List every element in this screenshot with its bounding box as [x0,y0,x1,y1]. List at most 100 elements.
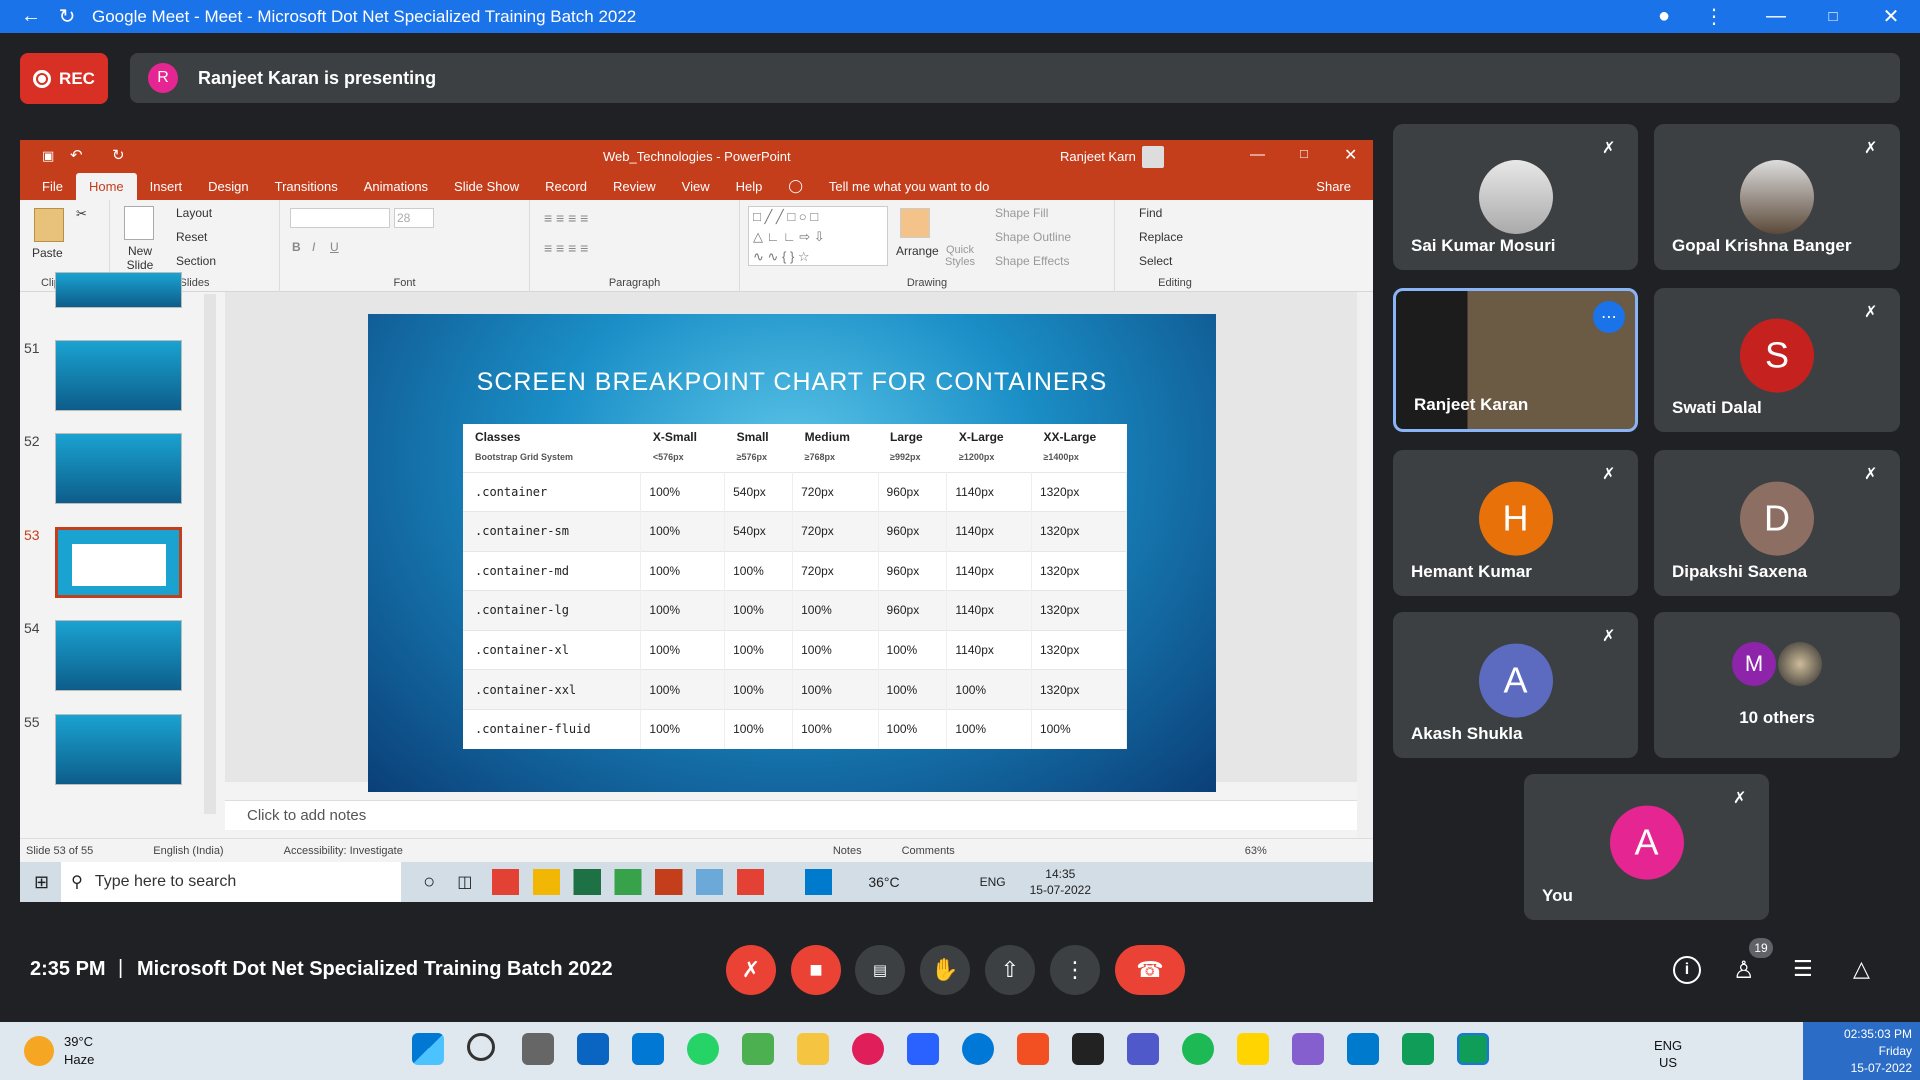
captions-button[interactable]: ▤ [855,945,905,995]
activities-icon[interactable]: △ [1853,956,1870,982]
search-icon[interactable] [467,1033,495,1061]
slide-thumb-53[interactable] [55,527,182,598]
tab-slide-show[interactable]: Slide Show [441,179,532,200]
raise-hand-button[interactable]: ✋ [920,945,970,995]
underline-icon[interactable]: U [330,240,339,254]
info-icon[interactable]: i [1673,956,1701,984]
paste-button[interactable]: Paste [32,246,63,260]
tab-transitions[interactable]: Transitions [262,179,351,200]
app-icon[interactable] [1072,1033,1104,1065]
tab-home[interactable]: Home [75,173,137,200]
italic-icon[interactable]: I [312,240,315,254]
notes-toggle[interactable]: Notes [833,845,862,857]
mail-icon[interactable] [577,1033,609,1065]
shape-effects-button[interactable]: Shape Effects [995,254,1070,268]
save-icon[interactable]: ▣ [42,148,54,164]
participant-tile[interactable]: A ✗ Akash Shukla [1393,612,1638,758]
others-tile[interactable]: M 10 others [1654,612,1900,758]
edge-icon[interactable] [962,1033,994,1065]
camera-icon[interactable]: ● [1653,5,1675,28]
redo-icon[interactable]: ↻ [112,146,125,164]
share-button[interactable]: Share [1303,179,1373,200]
back-arrow-icon[interactable]: ← [20,5,42,28]
replace-button[interactable]: Replace [1139,230,1183,244]
weather-widget[interactable]: 39°C Haze [64,1033,94,1069]
bullets-icon[interactable]: ≡ ≡ ≡ ≡ [544,210,588,226]
paste-icon[interactable] [34,208,64,242]
slide-thumb-55[interactable] [55,714,182,785]
participant-tile[interactable]: D ✗ Dipakshi Saxena [1654,450,1900,596]
more-vertical-icon[interactable]: ⋮ [1703,6,1725,28]
participant-tile[interactable]: S ✗ Swati Dalal [1654,288,1900,432]
find-button[interactable]: Find [1139,206,1162,220]
select-button[interactable]: Select [1139,254,1172,268]
tab-insert[interactable]: Insert [137,179,196,200]
participant-tile-active[interactable]: ⋯ Ranjeet Karan [1393,288,1638,432]
undo-icon[interactable]: ↶ [70,146,83,164]
align-icon[interactable]: ≡ ≡ ≡ ≡ [544,240,588,256]
tab-record[interactable]: Record [532,179,600,200]
slide-scrollbar[interactable] [1357,292,1373,838]
self-tile[interactable]: A ✗ You [1524,774,1769,920]
language-indicator[interactable]: ENG US [1654,1037,1682,1071]
comments-toggle[interactable]: Comments [902,845,955,857]
layout-button[interactable]: Layout [176,206,212,220]
accessibility[interactable]: Accessibility: Investigate [284,845,403,857]
slide-thumb-50[interactable] [55,272,182,308]
more-options-button[interactable]: ⋮ [1050,945,1100,995]
spotify-icon[interactable] [1182,1033,1214,1065]
quick-styles-button[interactable]: Quick Styles [940,244,980,268]
restore-icon[interactable]: □ [1300,146,1308,161]
task-view-icon[interactable] [522,1033,554,1065]
store-icon[interactable] [1017,1033,1049,1065]
thumbnail-scrollbar[interactable] [204,294,216,814]
minimize-icon[interactable]: — [1250,146,1265,163]
notes-pane[interactable]: Click to add notes [225,800,1357,830]
maximize-icon[interactable]: □ [1822,6,1844,28]
taskbar-search[interactable]: ⚲ Type here to search [61,862,402,902]
shapes-gallery[interactable]: □ ╱ ╱ □ ○ □ △ ∟ ∟ ⇨ ⇩ ∿ ∿ { } ☆ [748,206,888,266]
participant-tile[interactable]: ✗ Sai Kumar Mosuri [1393,124,1638,270]
leave-call-button[interactable]: ☎ [1115,945,1185,995]
shape-outline-button[interactable]: Shape Outline [995,230,1071,244]
tab-review[interactable]: Review [600,179,669,200]
inner-clock[interactable]: 14:35 15-07-2022 [1030,866,1091,898]
snipping-tool-icon[interactable] [632,1033,664,1065]
zoom-level[interactable]: 63% [1245,845,1267,857]
windows-start-icon[interactable]: ⊞ [34,872,49,893]
arrange-icon[interactable] [900,208,930,238]
windows-start-icon[interactable] [412,1033,444,1065]
tell-me-search[interactable]: Tell me what you want to do [816,179,1002,200]
tab-design[interactable]: Design [195,179,261,200]
bold-icon[interactable]: B [292,240,301,254]
arrange-button[interactable]: Arrange [896,244,939,258]
clock[interactable]: 02:35:03 PM Friday 15-07-2022 [1803,1022,1920,1080]
chat-icon[interactable]: ☰ [1793,956,1813,982]
sticky-notes-icon[interactable] [1237,1033,1269,1065]
slide-thumb-54[interactable] [55,620,182,691]
participant-tile[interactable]: H ✗ Hemant Kumar [1393,450,1638,596]
close-icon[interactable]: ✕ [1880,6,1902,28]
slack-icon[interactable] [852,1033,884,1065]
participant-tile[interactable]: ✗ Gopal Krishna Banger [1654,124,1900,270]
section-button[interactable]: Section [176,254,216,268]
vscode-icon[interactable] [1347,1033,1379,1065]
font-name-input[interactable] [290,208,390,228]
taskbar-app-icons[interactable] [492,869,833,895]
whatsapp-icon[interactable] [687,1033,719,1065]
camera-toggle-button[interactable]: ■ [791,945,841,995]
slide-thumb-51[interactable] [55,340,182,411]
close-icon[interactable]: ✕ [1344,145,1357,165]
inner-lang[interactable]: ENG [980,875,1006,889]
present-button[interactable]: ⇧ [985,945,1035,995]
font-size-input[interactable]: 28 [394,208,434,228]
tab-view[interactable]: View [669,179,723,200]
language[interactable]: English (India) [153,845,223,857]
reload-icon[interactable]: ↻ [56,6,78,28]
app-icon[interactable] [1402,1033,1434,1065]
shape-fill-button[interactable]: Shape Fill [995,206,1048,220]
mic-toggle-button[interactable]: ✗ [726,945,776,995]
reset-button[interactable]: Reset [176,230,207,244]
people-icon[interactable]: ♙ [1733,956,1755,985]
visual-studio-icon[interactable] [1292,1033,1324,1065]
